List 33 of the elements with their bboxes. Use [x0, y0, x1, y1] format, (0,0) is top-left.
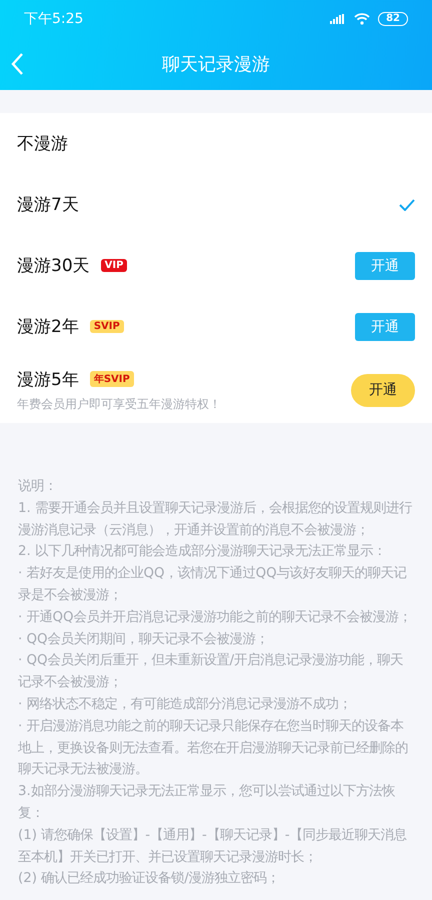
membership-badge: VIP	[100, 259, 128, 272]
option-label: 漫游5年	[17, 368, 79, 390]
membership-badge: SVIP	[90, 320, 124, 333]
signal-icon	[330, 14, 346, 24]
note-paragraph: · 网络状态不稳定，有可能造成部分消息记录漫游不成功；	[18, 696, 353, 714]
note-paragraph: · 开启漫游消息功能之前的聊天记录只能保存在您当时聊天的设备本地上，更换设备则无法查看。若您在开启漫游聊天记录前已经删除的聊天记录无法被漫游。	[18, 718, 409, 780]
option-note: 年费会员用户即可享受五年漫游特权！	[17, 396, 222, 412]
note-paragraph: (1) 请您确保【设置】-【通用】-【聊天记录】-【同步最近聊天消息至本机】开关已打开、并已设置聊天记录漫游时长；	[18, 826, 408, 867]
roaming-option[interactable]: 不漫游	[0, 113, 432, 174]
note-paragraph: 1. 需要开通会员并且设置聊天记录漫游后，会根据您的设置规则进行漫游消息记录（云消息），开通并设置前的消息不会被漫游；	[18, 500, 414, 540]
note-paragraph: · QQ会员关闭后重开，但未重新设置/开启消息记录漫游功能，聊天记录不会被漫游；	[18, 652, 404, 692]
note-paragraph: · QQ会员关闭期间，聊天记录不会被漫游；	[18, 630, 270, 649]
wifi-icon	[354, 13, 370, 25]
note-paragraph: (2) 确认已经成功验证设备锁/漫游独立密码；	[18, 870, 281, 888]
note-paragraph: 说明：	[18, 478, 58, 496]
membership-badge: 年SVIP	[90, 371, 134, 387]
note-paragraph: 3.如部分漫游聊天记录无法正常显示，您可以尝试通过以下方法恢复：	[18, 782, 396, 823]
page-title: 聊天记录漫游	[162, 53, 270, 76]
back-icon[interactable]	[10, 52, 24, 76]
roaming-option[interactable]: 漫游30天 VIP 开通	[0, 235, 432, 296]
note-paragraph: · 开通QQ会员并开启消息记录漫游功能之前的聊天记录不会被漫游；	[18, 608, 413, 627]
roaming-option[interactable]: 漫游5年 年SVIP 年费会员用户即可享受五年漫游特权！ 开通	[0, 357, 432, 423]
note-paragraph: 2. 以下几种情况都可能会造成部分漫游聊天记录无法正常显示：	[18, 542, 388, 562]
option-label: 不漫游	[17, 133, 68, 155]
option-label: 漫游7天	[17, 194, 79, 216]
status-time: 下午5:25	[24, 10, 84, 28]
note-paragraph: · 若好友是使用的企业QQ，该情况下通过QQ与该好友聊天的聊天记录是不会被漫游；	[18, 564, 408, 605]
option-label: 漫游2年	[17, 316, 79, 338]
roaming-option[interactable]: 漫游7天	[0, 174, 432, 235]
roaming-option[interactable]: 漫游2年 SVIP 开通	[0, 296, 432, 357]
battery-level: 82	[378, 12, 408, 26]
activate-button[interactable]: 开通	[351, 374, 415, 406]
option-label: 漫游30天	[17, 255, 90, 277]
